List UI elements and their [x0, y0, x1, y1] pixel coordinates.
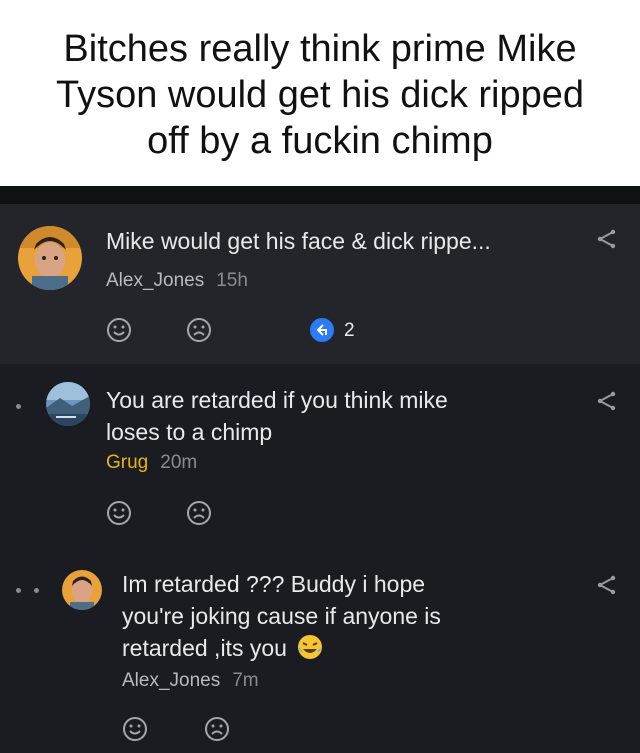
avatar[interactable]: [62, 570, 102, 610]
reply-count[interactable]: 2: [344, 320, 355, 342]
share-icon[interactable]: [596, 574, 618, 596]
caption-line-3: off by a fuckin chimp: [147, 120, 493, 162]
reply-text-line-1: Im retarded ??? Buddy i hope: [122, 571, 426, 597]
author-name[interactable]: Alex_Jones: [122, 670, 220, 691]
smile-icon[interactable]: [106, 317, 132, 343]
frown-icon[interactable]: [186, 500, 212, 526]
divider-band: [0, 186, 640, 204]
frown-icon[interactable]: [204, 716, 230, 742]
reply-text-line-3-text: retarded ,its you: [122, 635, 287, 661]
laughing-emoji-icon: [298, 635, 323, 659]
timestamp: 20m: [160, 452, 198, 473]
reply-text-line-3: retarded ,its you: [122, 632, 323, 664]
smile-icon[interactable]: [106, 500, 132, 526]
caption-line-1: Bitches really think prime Mike: [63, 28, 577, 70]
reply-meta: Alex_Jones 7m: [122, 670, 259, 692]
thread-depth-dot: [34, 588, 39, 593]
thread-depth-dot: [16, 588, 21, 593]
share-icon[interactable]: [596, 228, 618, 250]
reply-meta: Grug 20m: [106, 452, 197, 474]
caption-line-2: Tyson would get his dick ripped: [55, 74, 585, 116]
reply-text-line-2: you're joking cause if anyone is: [122, 603, 441, 629]
reply-text-line-2: loses to a chimp: [106, 419, 273, 445]
frown-icon[interactable]: [186, 317, 212, 343]
author-name[interactable]: Grug: [106, 452, 148, 473]
share-icon[interactable]: [596, 390, 618, 412]
smile-icon[interactable]: [122, 716, 148, 742]
author-name[interactable]: Alex_Jones: [106, 270, 204, 291]
thread-depth-dot: [16, 404, 21, 409]
meme-caption: Bitches really think prime Mike Tyson wo…: [0, 0, 640, 186]
reply-icon[interactable]: [310, 318, 334, 342]
post-title[interactable]: Mike would get his face & dick rippe...: [106, 228, 491, 255]
main-post[interactable]: Mike would get his face & dick rippe... …: [0, 204, 640, 364]
reply-text-line-1: You are retarded if you think mike: [106, 387, 448, 413]
timestamp: 15h: [216, 270, 248, 291]
avatar[interactable]: [46, 382, 90, 426]
timestamp: 7m: [232, 670, 259, 691]
post-meta: Alex_Jones 15h: [106, 270, 248, 292]
avatar[interactable]: [18, 226, 82, 290]
